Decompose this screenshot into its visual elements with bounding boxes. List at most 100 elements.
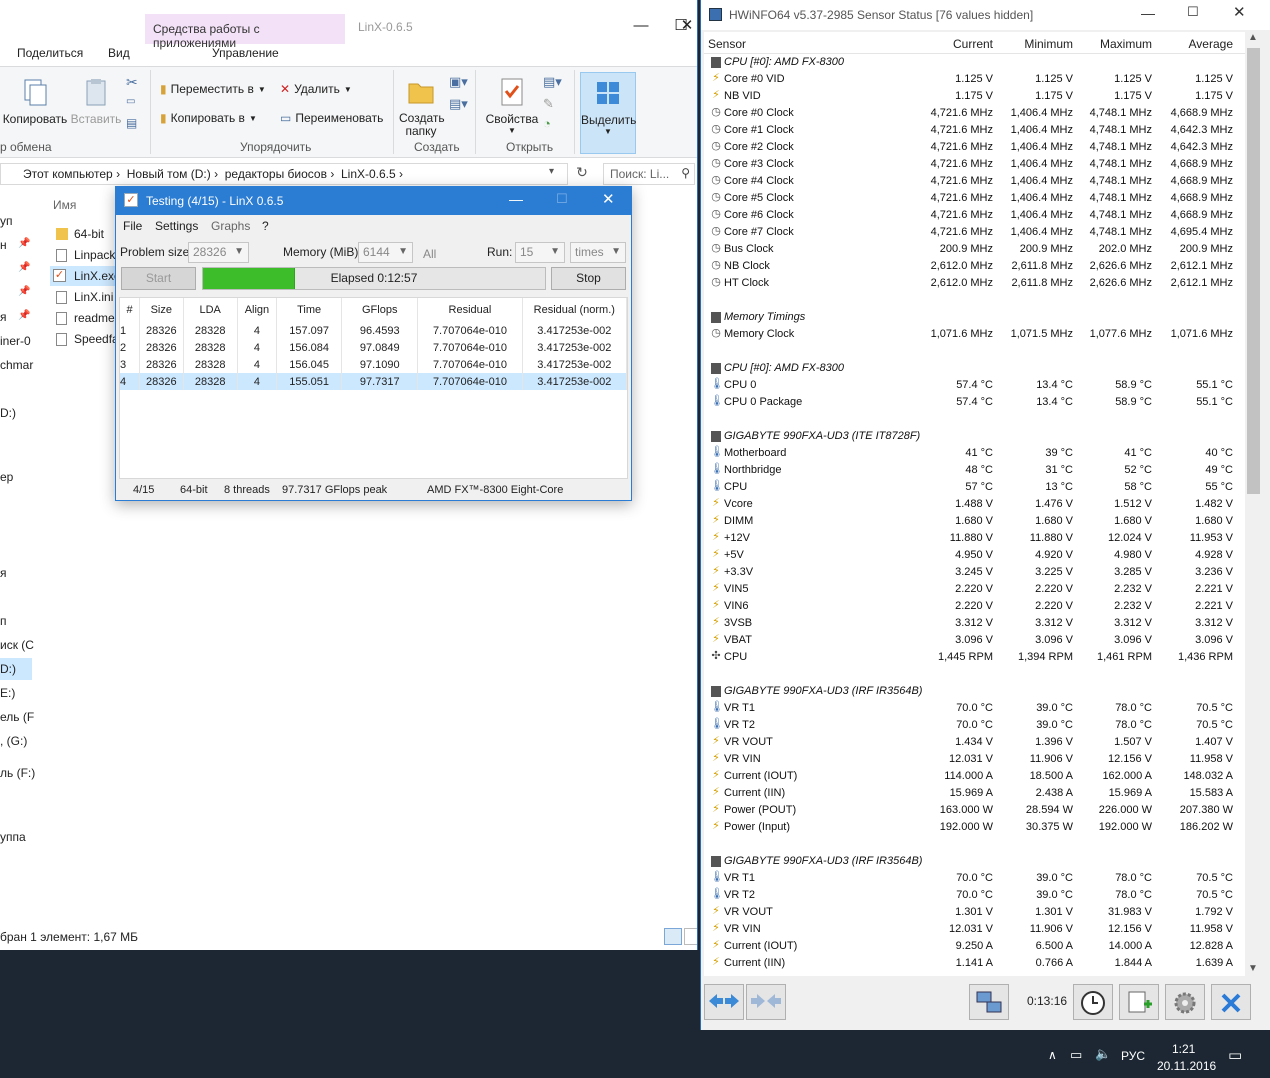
sensor-row[interactable]: ⚡ +3.3V 3.245 V 3.225 V 3.285 V 3.236 V <box>704 564 1245 581</box>
sensor-row[interactable]: ◷ Core #5 Clock 4,721.6 MHz 1,406.4 MHz 4,74… <box>704 190 1245 207</box>
nav-item[interactable]: ль (F:) <box>0 766 35 780</box>
move-to-button[interactable]: ▮ Переместить в ▼ <box>160 82 266 96</box>
sensor-row[interactable]: ⚡ VR VOUT 1.434 V 1.396 V 1.507 V 1.407 V <box>704 734 1245 751</box>
sensor-row[interactable]: ◷ NB Clock 2,612.0 MHz 2,611.8 MHz 2,626.6 M… <box>704 258 1245 275</box>
nav-item[interactable]: иск (C <box>0 638 34 652</box>
close-button[interactable]: ✕ <box>602 190 615 208</box>
log-button[interactable] <box>1119 984 1159 1020</box>
sensor-row[interactable]: ◷ Core #1 Clock 4,721.6 MHz 1,406.4 MHz 4,74… <box>704 122 1245 139</box>
nav-item[interactable]: D:) <box>0 406 16 420</box>
nav-item[interactable]: я <box>0 310 7 324</box>
nav-item[interactable]: н <box>0 238 7 252</box>
column-header[interactable]: GFlops <box>341 298 419 322</box>
nav-item[interactable]: chmar <box>0 358 33 372</box>
nav-item[interactable]: уп <box>0 214 13 228</box>
close-sensors-button[interactable] <box>1211 984 1251 1020</box>
sensor-row[interactable]: ◷ Bus Clock 200.9 MHz 200.9 MHz 202.0 MHz 200… <box>704 241 1245 258</box>
column-header[interactable]: Align <box>237 298 278 322</box>
delete-button[interactable]: ✕ Удалить ▼ <box>280 82 352 96</box>
minimize-button[interactable]: — <box>509 191 523 207</box>
scroll-up-icon[interactable]: ▲ <box>1248 32 1258 43</box>
sensor-row[interactable]: ◷ Core #4 Clock 4,721.6 MHz 1,406.4 MHz 4,74… <box>704 173 1245 190</box>
copy-to-button[interactable]: ▮ Копировать в ▼ <box>160 111 257 125</box>
sensor-row[interactable]: ⚡ VBAT 3.096 V 3.096 V 3.096 V 3.096 V <box>704 632 1245 649</box>
file-item[interactable]: LinX.ini <box>74 290 113 304</box>
expand-button[interactable] <box>704 984 744 1020</box>
file-item[interactable]: Speedfa <box>74 332 119 346</box>
tab-view[interactable]: Вид <box>108 46 130 60</box>
sensor-row[interactable]: ⚡ VIN5 2.220 V 2.220 V 2.232 V 2.221 V <box>704 581 1245 598</box>
sensor-row[interactable]: ⚡ Current (IIN) 15.969 A 2.438 A 15.969 A 15.… <box>704 785 1245 802</box>
table-row[interactable]: 3 28326 28328 4 156.045 97.1090 7.707064e-010 3… <box>120 356 628 373</box>
clock-time[interactable]: 1:21 <box>1172 1042 1195 1056</box>
sensor-row[interactable]: ⚡ VR VIN 12.031 V 11.906 V 12.156 V 11.958 V <box>704 751 1245 768</box>
sensor-group-header[interactable]: GIGABYTE 990FXA-UD3 (ITE IT8728F) <box>704 428 1245 445</box>
file-item[interactable]: readme <box>74 311 115 325</box>
edit-icon[interactable]: ✎ <box>543 96 554 112</box>
close-button[interactable]: ✕ <box>676 14 697 40</box>
nav-item[interactable]: E:) <box>0 686 15 700</box>
stop-button[interactable]: Stop <box>551 267 626 290</box>
sensor-row[interactable]: 🌡 VR T2 70.0 °C 39.0 °C 78.0 °C 70.5 °C <box>704 717 1245 734</box>
problem-size-combo[interactable]: 28326 ▼ <box>188 242 249 263</box>
minimize-button[interactable]: — <box>1141 5 1155 21</box>
tab-share[interactable]: Поделиться <box>17 46 83 60</box>
sensor-row[interactable]: ◷ Memory Clock 1,071.6 MHz 1,071.5 MHz 1,077… <box>704 326 1245 343</box>
scrollbar-thumb[interactable] <box>1247 48 1260 494</box>
breadcrumb-item[interactable]: Этот компьютер <box>23 167 113 181</box>
minimize-button[interactable]: — <box>618 14 664 40</box>
properties-button[interactable]: Свойства ▼ <box>484 76 540 135</box>
nav-item[interactable]: уппа <box>0 830 26 844</box>
sensor-row[interactable]: ⚡ Current (IOUT) 114.000 A 18.500 A 162.000 … <box>704 768 1245 785</box>
times-combo[interactable]: times ▼ <box>570 242 626 263</box>
sensor-row[interactable]: ⚡ +12V 11.880 V 11.880 V 12.024 V 11.953 V <box>704 530 1245 547</box>
sensor-row[interactable]: ⚡ VIN6 2.220 V 2.220 V 2.232 V 2.221 V <box>704 598 1245 615</box>
maximize-button[interactable]: ☐ <box>556 191 568 207</box>
notifications-icon[interactable]: ▭ <box>1228 1046 1242 1064</box>
context-tab-app-tools[interactable]: Средства работы с приложениями <box>145 14 345 50</box>
sensor-row[interactable]: ⚡ Power (POUT) 163.000 W 28.594 W 226.000 W 2… <box>704 802 1245 819</box>
sensor-row[interactable]: ⚡ Vcore 1.488 V 1.476 V 1.512 V 1.482 V <box>704 496 1245 513</box>
sensor-row[interactable]: ⚡ 3VSB 3.312 V 3.312 V 3.312 V 3.312 V <box>704 615 1245 632</box>
sensor-group-header[interactable]: GIGABYTE 990FXA-UD3 (IRF IR3564B) <box>704 853 1245 870</box>
sensor-row[interactable]: ◷ Core #2 Clock 4,721.6 MHz 1,406.4 MHz 4,74… <box>704 139 1245 156</box>
column-header-name[interactable]: Имя <box>53 198 76 212</box>
sensor-row[interactable]: 🌡 Motherboard 41 °C 39 °C 41 °C 40 °C <box>704 445 1245 462</box>
details-view-icon[interactable] <box>664 928 682 945</box>
sensor-row[interactable]: ⚡ Current (IIN) 1.141 A 0.766 A 1.844 A 1.639… <box>704 955 1245 972</box>
sensor-group-header[interactable]: Memory Timings <box>704 309 1245 326</box>
clock-button[interactable] <box>1073 984 1113 1020</box>
sensor-row[interactable]: ⚡ Power (Input) 192.000 W 30.375 W 192.000 W… <box>704 819 1245 836</box>
network-tray-icon[interactable]: ▭ <box>1070 1047 1082 1063</box>
header-maximum[interactable]: Maximum <box>1100 37 1152 51</box>
volume-icon[interactable]: 🔈 <box>1095 1046 1111 1062</box>
sensor-row[interactable]: 🌡 CPU 0 57.4 °C 13.4 °C 58.9 °C 55.1 °C <box>704 377 1245 394</box>
all-checkbox-label[interactable]: All <box>423 247 436 261</box>
column-header[interactable]: Size <box>139 298 184 322</box>
sensor-row[interactable]: 🌡 VR T2 70.0 °C 39.0 °C 78.0 °C 70.5 °C <box>704 887 1245 904</box>
tab-manage[interactable]: Управление <box>212 46 279 60</box>
paste-button[interactable]: Вставить <box>70 76 122 126</box>
sensor-group-header[interactable]: CPU [#0]: AMD FX-8300 <box>704 360 1245 377</box>
breadcrumb-item[interactable]: LinX-0.6.5 <box>341 167 396 181</box>
header-average[interactable]: Average <box>1189 37 1233 51</box>
sensor-row[interactable]: ◷ Core #0 Clock 4,721.6 MHz 1,406.4 MHz 4,74… <box>704 105 1245 122</box>
sensor-row[interactable]: ◷ Core #7 Clock 4,721.6 MHz 1,406.4 MHz 4,74… <box>704 224 1245 241</box>
chevron-up-icon[interactable]: ∧ <box>1048 1048 1057 1062</box>
collapse-button[interactable] <box>746 984 786 1020</box>
clock-date[interactable]: 20.11.2016 <box>1157 1059 1216 1073</box>
nav-item[interactable]: п <box>0 614 7 628</box>
sensor-row[interactable]: ⚡ DIMM 1.680 V 1.680 V 1.680 V 1.680 V <box>704 513 1245 530</box>
sensor-row[interactable]: ◷ HT Clock 2,612.0 MHz 2,611.8 MHz 2,626.6 M… <box>704 275 1245 292</box>
address-bar[interactable]: Этот компьютер › Новый том (D:) › редакт… <box>0 163 568 185</box>
chevron-down-icon[interactable]: ▾ <box>549 166 554 177</box>
menu-settings[interactable]: Settings <box>155 219 198 233</box>
search-input[interactable]: Поиск: Li... ⚲ <box>603 163 695 185</box>
file-item[interactable]: Linpack <box>74 248 115 262</box>
sensor-row[interactable]: ✣ CPU 1,445 RPM 1,394 RPM 1,461 RPM 1,436 RPM <box>704 649 1245 666</box>
header-sensor[interactable]: Sensor <box>708 37 746 51</box>
sensor-row[interactable]: ⚡ VR VIN 12.031 V 11.906 V 12.156 V 11.958 V <box>704 921 1245 938</box>
sensor-row[interactable]: ⚡ Current (IOUT) 9.250 A 6.500 A 14.000 A 12.… <box>704 938 1245 955</box>
sensor-row[interactable]: ⚡ +5V 4.950 V 4.920 V 4.980 V 4.928 V <box>704 547 1245 564</box>
column-header[interactable]: # <box>120 298 141 322</box>
